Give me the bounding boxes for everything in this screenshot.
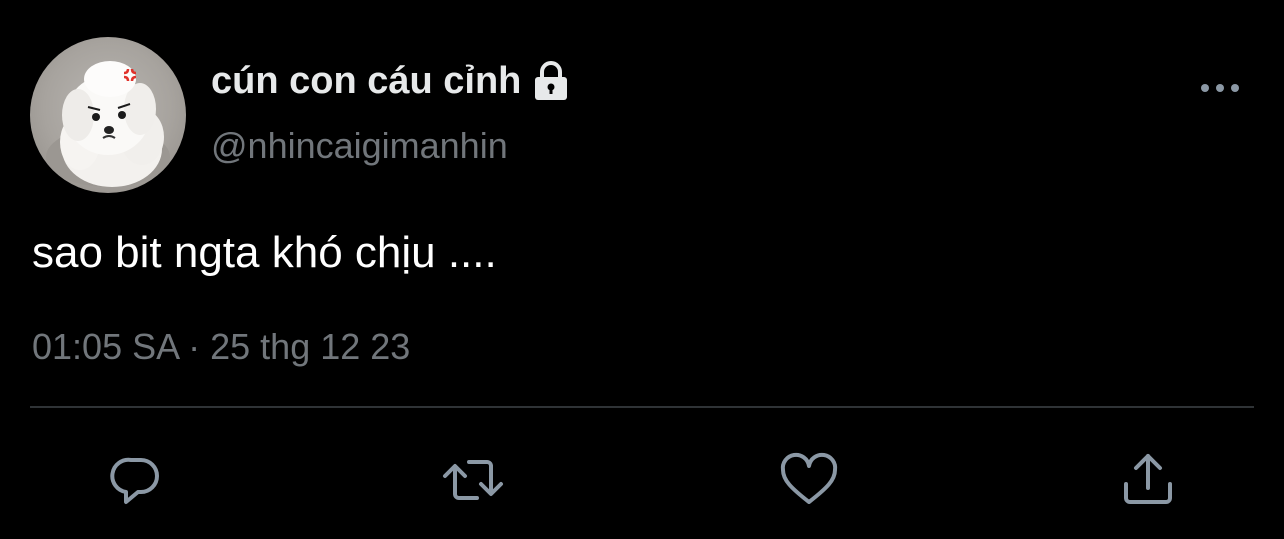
- like-button[interactable]: [777, 448, 841, 512]
- share-button[interactable]: [1116, 448, 1180, 512]
- tweet-text: sao bit ngta khó chịu ....: [32, 228, 497, 277]
- lock-icon: [531, 60, 571, 102]
- avatar[interactable]: [30, 37, 186, 193]
- reply-button[interactable]: [104, 448, 168, 512]
- handle[interactable]: @nhincaigimanhin: [211, 124, 508, 168]
- display-name-row[interactable]: cún con cáu cỉnh: [211, 58, 571, 104]
- like-icon: [780, 452, 838, 504]
- retweet-icon: [443, 460, 503, 500]
- more-icon[interactable]: [1196, 74, 1244, 102]
- display-name[interactable]: cún con cáu cỉnh: [211, 58, 521, 104]
- divider: [30, 406, 1254, 408]
- retweet-button[interactable]: [441, 448, 505, 512]
- share-icon: [1124, 454, 1172, 504]
- tweet-timestamp[interactable]: 01:05 SA · 25 thg 12 23: [32, 325, 410, 369]
- reply-icon: [110, 457, 159, 504]
